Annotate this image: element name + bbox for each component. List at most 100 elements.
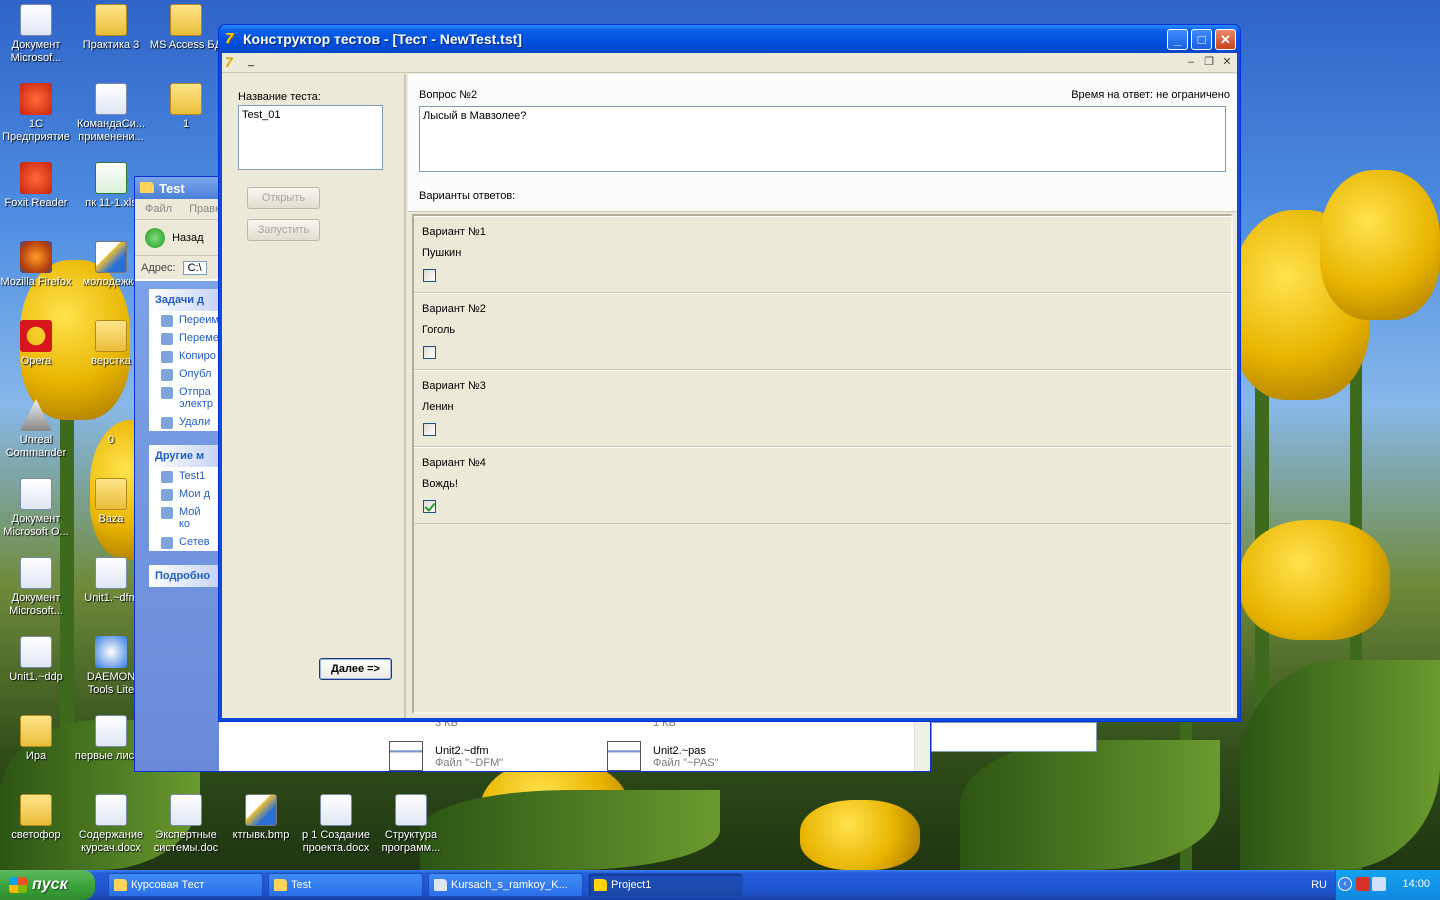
folder-icon (20, 794, 52, 826)
task-rename[interactable]: Переим (149, 311, 219, 329)
next-button[interactable]: Далее => (319, 658, 392, 680)
left-panel: Название теста: Test_01 Открыть Запустит… (222, 74, 406, 718)
variant-4-checkbox[interactable] (423, 500, 436, 513)
variant-4: Вариант №4 Вождь! (414, 447, 1231, 524)
desktop-icon-doc3[interactable]: Документ Microsoft... (0, 557, 74, 618)
antivirus-icon[interactable] (1356, 877, 1370, 891)
desktop-icon-folder-1[interactable]: 1 (148, 83, 224, 131)
network-icon[interactable] (1372, 877, 1386, 891)
opera-icon (20, 320, 52, 352)
file-unit2-dfm[interactable]: Unit2.~dfm Файл "~DFM" (435, 745, 503, 769)
desktop-icon-svetofor[interactable]: светофор (0, 794, 74, 842)
file-unit2-pas[interactable]: Unit2.~pas Файл "~PAS" (653, 745, 719, 769)
1c-app-icon (20, 83, 52, 115)
place-test1[interactable]: Test1 (149, 467, 219, 485)
desktop-icon-expertnye[interactable]: Экспертные системы.doc (148, 794, 224, 855)
word-doc-icon (320, 794, 352, 826)
desktop-icon-opera[interactable]: Opera (0, 320, 74, 368)
delphi-app-icon (594, 879, 607, 891)
desktop-icon-sozdanie[interactable]: р 1 Создание проекта.docx (298, 794, 374, 855)
mdi-caption: _ (248, 55, 255, 67)
test-name-field[interactable]: Test_01 (238, 105, 383, 170)
desktop-icon-bmp[interactable]: ктrывк.bmp (223, 794, 299, 842)
taskbar-item-kursovaya[interactable]: Курсовая Тест (108, 873, 263, 897)
task-delete[interactable]: Удали (149, 413, 219, 431)
run-button[interactable]: Запустить (247, 219, 320, 241)
menu-file[interactable]: Файл (145, 203, 172, 215)
task-move[interactable]: Переме (149, 329, 219, 347)
place-network[interactable]: Сетев (149, 533, 219, 551)
folder-icon (95, 478, 127, 510)
taskbar-item-test[interactable]: Test (268, 873, 423, 897)
question-text-field[interactable]: Лысый в Мавзолее? (419, 106, 1226, 172)
variant-text[interactable]: Вождь! (422, 478, 458, 490)
maximize-button[interactable]: □ (1191, 29, 1212, 50)
mdi-restore-button[interactable]: ❐ (1201, 55, 1217, 70)
taskbar-item-project1[interactable]: Project1 (588, 873, 743, 897)
clock[interactable]: 14:00 (1402, 878, 1430, 890)
window-client: 7 _ – ❐ ✕ Название теста: Test_01 Открыт… (222, 53, 1237, 718)
background-window[interactable] (931, 722, 1097, 752)
place-my-docs[interactable]: Мои д (149, 485, 219, 503)
variant-text[interactable]: Пушкин (422, 247, 461, 259)
folder-icon (95, 4, 127, 36)
folder-icon (20, 715, 52, 747)
desktop-icon-unreal[interactable]: Unreal Commander (0, 399, 74, 460)
folder-icon (274, 879, 287, 891)
desktop-icon-struktura[interactable]: Структура программ... (373, 794, 449, 855)
test-constructor-window[interactable]: 7 Конструктор тестов - [Тест - NewTest.t… (218, 24, 1241, 722)
desktop-icon-firefox[interactable]: Mozilla Firefox (0, 241, 74, 289)
image-file-icon (95, 241, 127, 273)
desktop-icon-foxit[interactable]: Foxit Reader (0, 162, 74, 210)
desktop-icon-doc2[interactable]: Документ Microsoft O... (0, 478, 74, 539)
desktop-icon-ira[interactable]: Ира (0, 715, 74, 763)
minimize-button[interactable]: _ (1167, 29, 1188, 50)
delphi-app-icon: 7 (225, 30, 234, 47)
desktop-icon-access[interactable]: MS Access БД (148, 4, 224, 52)
word-doc-icon (395, 794, 427, 826)
address-input[interactable]: C:\ (182, 261, 207, 275)
desktop-icon-praktika[interactable]: Практика 3 (73, 4, 149, 52)
window-titlebar[interactable]: 7 Конструктор тестов - [Тест - NewTest.t… (219, 25, 1240, 53)
file-icon (20, 636, 52, 668)
desktop-icon-1c[interactable]: 1С Предприятие (0, 83, 74, 144)
word-doc-icon (95, 794, 127, 826)
place-my-computer[interactable]: Мой ко (149, 503, 219, 533)
language-indicator[interactable]: RU (1311, 879, 1327, 891)
variant-title: Вариант №1 (422, 226, 486, 238)
question-number-label: Вопрос №2 (419, 89, 478, 101)
window-title: Конструктор тестов - [Тест - NewTest.tst… (243, 31, 522, 47)
open-button[interactable]: Открыть (247, 187, 320, 209)
mdi-menubar: 7 _ – ❐ ✕ (222, 53, 1237, 73)
start-button[interactable]: пуск (0, 870, 95, 900)
task-send[interactable]: Отпра электр (149, 383, 219, 413)
chevron-left-icon[interactable]: ‹ (1338, 877, 1352, 891)
paint-bitmap-icon (245, 794, 277, 826)
desktop-icon-doc1[interactable]: Документ Microsof... (0, 4, 74, 65)
mdi-minimize-button[interactable]: – (1183, 55, 1199, 70)
task-publish[interactable]: Опубл (149, 365, 219, 383)
mdi-child-icon[interactable]: 7 (225, 54, 233, 70)
word-doc-icon (170, 794, 202, 826)
variant-2-checkbox[interactable] (423, 346, 436, 359)
desktop-icon-komanda[interactable]: КомандаСи... применени... (73, 83, 149, 144)
mdi-close-button[interactable]: ✕ (1219, 55, 1235, 70)
question-header: Вопрос №2 Время на ответ: не ограничено … (408, 74, 1237, 212)
variant-text[interactable]: Гоголь (422, 324, 455, 336)
variant-text[interactable]: Ленин (422, 401, 454, 413)
variant-3-checkbox[interactable] (423, 423, 436, 436)
taskbar-item-kursach[interactable]: Kursach_s_ramkoy_K... (428, 873, 583, 897)
excel-file-icon (95, 162, 127, 194)
folder-icon (114, 879, 127, 891)
back-button[interactable]: Назад (172, 232, 204, 244)
desktop-icon-soderzhanie[interactable]: Содержание курсач.docx (73, 794, 149, 855)
details-panel: Подробно (149, 565, 219, 587)
back-arrow-icon[interactable] (145, 228, 165, 248)
variant-1-checkbox[interactable] (423, 269, 436, 282)
close-button[interactable]: ✕ (1215, 29, 1236, 50)
answers-list: Вариант №1 Пушкин Вариант №2 Гоголь Вари… (412, 214, 1233, 714)
task-copy[interactable]: Копиро (149, 347, 219, 365)
desktop-icon-unit1-ddp[interactable]: Unit1.~ddp (0, 636, 74, 684)
menu-edit[interactable]: Правк (189, 203, 220, 215)
answers-label: Варианты ответов: (419, 190, 516, 202)
